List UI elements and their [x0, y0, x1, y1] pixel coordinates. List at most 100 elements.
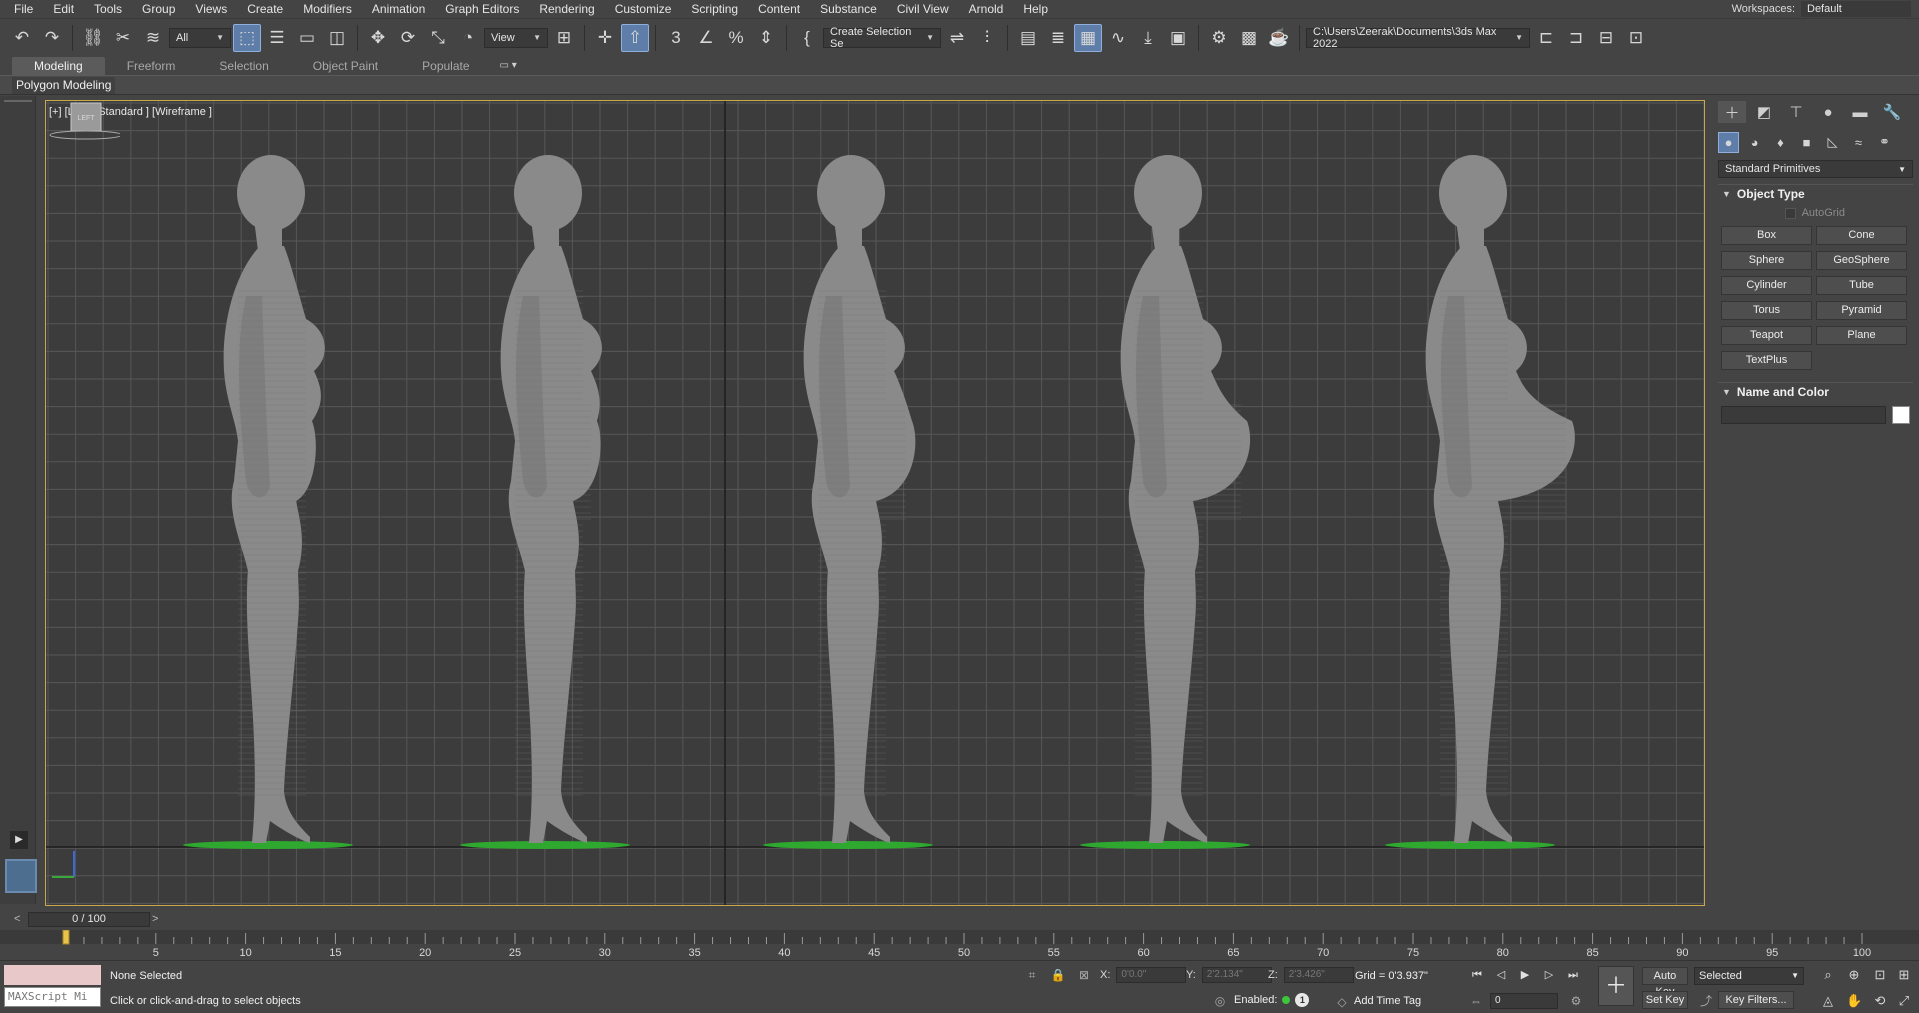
- primitive-button-sphere[interactable]: Sphere: [1721, 251, 1812, 270]
- selection-filter-dropdown[interactable]: All ▼: [169, 27, 231, 48]
- menu-item-arnold[interactable]: Arnold: [959, 0, 1014, 18]
- add-time-tag[interactable]: Add Time Tag: [1354, 995, 1421, 1007]
- shapes-icon[interactable]: ◕: [1744, 132, 1765, 153]
- ribbon-tab-modeling[interactable]: Modeling: [12, 57, 105, 75]
- primitive-button-teapot[interactable]: Teapot: [1721, 326, 1812, 345]
- unlink-icon[interactable]: ✂: [109, 24, 137, 52]
- angle-snap-icon[interactable]: ∠: [692, 24, 720, 52]
- project-folder-icon[interactable]: ⊏: [1532, 24, 1560, 52]
- workspace-selector[interactable]: Workspaces: Default: [1732, 0, 1911, 18]
- object-name-field[interactable]: [1721, 406, 1886, 424]
- zoom-extents-icon[interactable]: ⊡: [1872, 967, 1888, 983]
- autogrid-checkbox[interactable]: AutoGrid: [1718, 202, 1913, 224]
- menu-item-modifiers[interactable]: Modifiers: [293, 0, 362, 18]
- ribbon-tab-populate[interactable]: Populate: [400, 57, 491, 75]
- material-editor-icon[interactable]: ▣: [1164, 24, 1192, 52]
- primitive-button-cylinder[interactable]: Cylinder: [1721, 276, 1812, 295]
- move-icon[interactable]: ✥: [364, 24, 392, 52]
- menu-item-help[interactable]: Help: [1013, 0, 1058, 18]
- select-manipulate-icon[interactable]: ✛: [591, 24, 619, 52]
- menu-item-group[interactable]: Group: [132, 0, 185, 18]
- maxscript-listener[interactable]: [4, 965, 101, 985]
- rendered-frame-icon[interactable]: ▩: [1235, 24, 1263, 52]
- field-of-view-icon[interactable]: ◬: [1820, 993, 1836, 1009]
- link-icon[interactable]: ⛓: [79, 24, 107, 52]
- menu-item-create[interactable]: Create: [237, 0, 293, 18]
- time-slider-thumb[interactable]: 0 / 100: [28, 912, 150, 927]
- primitive-button-torus[interactable]: Torus: [1721, 301, 1812, 320]
- select-object-icon[interactable]: ⬚: [233, 23, 261, 52]
- cameras-icon[interactable]: ■: [1796, 132, 1817, 153]
- expand-layout-icon[interactable]: ▶: [10, 831, 28, 849]
- open-project-icon[interactable]: ⊐: [1562, 24, 1590, 52]
- viewport-layout-thumbnail[interactable]: [5, 859, 37, 893]
- spacewarps-icon[interactable]: ≈: [1848, 132, 1869, 153]
- viewcube-ring[interactable]: [49, 130, 120, 140]
- prev-frame-icon[interactable]: ◁: [1492, 967, 1510, 983]
- spinner-snap-icon[interactable]: ⇕: [752, 24, 780, 52]
- viewport-left[interactable]: [+] [Left ] [Standard ] [Wireframe ] LEF…: [45, 100, 1705, 906]
- hierarchy-tab-icon[interactable]: ⊤: [1782, 101, 1810, 123]
- menu-item-civil-view[interactable]: Civil View: [887, 0, 959, 18]
- schematic-view-icon[interactable]: ⤓: [1134, 24, 1162, 52]
- rect-region-icon[interactable]: ▭: [293, 24, 321, 52]
- zoom-icon[interactable]: ⌕: [1820, 967, 1836, 983]
- primitive-button-geosphere[interactable]: GeoSphere: [1816, 251, 1907, 270]
- project-path-dropdown[interactable]: C:\Users\Zeerak\Documents\3ds Max 2022 ▼: [1306, 26, 1530, 50]
- primitive-button-box[interactable]: Box: [1721, 226, 1812, 245]
- name-color-header[interactable]: ▼ Name and Color: [1718, 382, 1913, 400]
- ribbon-toggle-icon[interactable]: ▦: [1074, 23, 1102, 52]
- female-figure-wireframe[interactable]: [1385, 155, 1575, 849]
- current-frame-field[interactable]: 0: [1490, 993, 1558, 1009]
- geometry-icon[interactable]: ●: [1718, 131, 1739, 153]
- menu-item-views[interactable]: Views: [185, 0, 237, 18]
- primitives-category-dropdown[interactable]: Standard Primitives ▼: [1718, 160, 1913, 178]
- primitive-button-pyramid[interactable]: Pyramid: [1816, 301, 1907, 320]
- orbit-icon[interactable]: ⟲: [1872, 993, 1888, 1009]
- goto-end-icon[interactable]: ⏭: [1564, 967, 1582, 983]
- key-selection-dropdown[interactable]: Selected ▼: [1694, 967, 1804, 985]
- zoom-all-icon[interactable]: ⊕: [1846, 967, 1862, 983]
- menu-item-substance[interactable]: Substance: [810, 0, 887, 18]
- ribbon-options-icon[interactable]: ▭ ▾: [492, 57, 525, 75]
- named-selection-dropdown[interactable]: Create Selection Se ▼: [823, 26, 941, 50]
- object-color-swatch[interactable]: [1892, 406, 1910, 424]
- utilities-tab-icon[interactable]: 🔧: [1878, 101, 1906, 123]
- window-crossing-icon[interactable]: ◫: [323, 24, 351, 52]
- pan-icon[interactable]: ✋: [1846, 993, 1862, 1009]
- object-type-header[interactable]: ▼ Object Type: [1718, 184, 1913, 202]
- menu-item-edit[interactable]: Edit: [43, 0, 84, 18]
- workspace-dropdown[interactable]: Default: [1801, 1, 1911, 17]
- key-mode-icon[interactable]: ⇔: [1468, 993, 1484, 1009]
- bind-spacewarp-icon[interactable]: ≋: [139, 24, 167, 52]
- primitive-button-plane[interactable]: Plane: [1816, 326, 1907, 345]
- coord-y-field[interactable]: 2'2.134": [1201, 967, 1272, 983]
- ref-coord-dropdown[interactable]: View ▼: [484, 27, 548, 48]
- key-tangent-icon[interactable]: ⤴: [1698, 993, 1714, 1009]
- rotate-icon[interactable]: ⟳: [394, 24, 422, 52]
- keyboard-shortcut-override-icon[interactable]: ⇧: [621, 23, 649, 52]
- menu-item-file[interactable]: File: [0, 0, 43, 18]
- female-figure-wireframe[interactable]: [763, 155, 933, 849]
- menu-item-animation[interactable]: Animation: [362, 0, 435, 18]
- menu-item-content[interactable]: Content: [748, 0, 810, 18]
- absolute-mode-icon[interactable]: ⊠: [1076, 967, 1092, 983]
- layer-explorer-icon[interactable]: ≣: [1044, 24, 1072, 52]
- align-icon[interactable]: ⫶: [973, 24, 1001, 52]
- isolate-icon[interactable]: ⌗: [1024, 967, 1040, 983]
- time-next-icon[interactable]: >: [152, 912, 162, 926]
- track-bar-band[interactable]: [0, 930, 1919, 944]
- female-figure-wireframe[interactable]: [1080, 155, 1251, 849]
- primitive-button-textplus[interactable]: TextPlus: [1721, 351, 1812, 370]
- curve-editor-icon[interactable]: ∿: [1104, 24, 1132, 52]
- goto-start-icon[interactable]: ⏮: [1468, 967, 1486, 983]
- autogrid-box[interactable]: [1784, 207, 1796, 219]
- motion-tab-icon[interactable]: ●: [1814, 101, 1842, 123]
- adaptive-degradation-icon[interactable]: ◎: [1212, 993, 1228, 1009]
- redo-icon[interactable]: ↷: [38, 24, 66, 52]
- display-tab-icon[interactable]: ▬: [1846, 101, 1874, 123]
- menu-item-graph-editors[interactable]: Graph Editors: [435, 0, 529, 18]
- polygon-modeling-panel[interactable]: Polygon Modeling: [12, 77, 116, 94]
- select-by-name-icon[interactable]: ☰: [263, 24, 291, 52]
- ribbon-tab-freeform[interactable]: Freeform: [105, 57, 198, 75]
